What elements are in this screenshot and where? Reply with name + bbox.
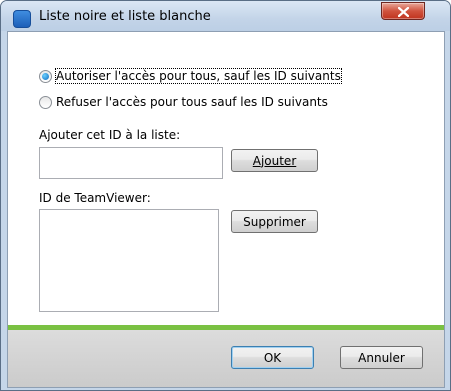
id-list[interactable] xyxy=(39,209,219,312)
cancel-button[interactable]: Annuler xyxy=(340,346,423,369)
id-input[interactable] xyxy=(39,147,223,179)
teamviewer-id-label: ID de TeamViewer: xyxy=(39,191,151,205)
allow-option[interactable]: Autoriser l'accès pour tous, sauf les ID… xyxy=(39,68,342,84)
ok-button[interactable]: OK xyxy=(231,346,314,369)
ok-button-label: OK xyxy=(263,350,282,365)
deny-label[interactable]: Refuser l'accès pour tous sauf les ID su… xyxy=(56,95,328,109)
remove-button[interactable]: Supprimer xyxy=(231,210,318,233)
add-id-label: Ajouter cet ID à la liste: xyxy=(39,128,181,142)
close-icon xyxy=(398,7,409,17)
remove-button-label: Supprimer xyxy=(243,214,306,229)
dialog-window: Liste noire et liste blanche Autoriser l… xyxy=(0,0,451,391)
teamviewer-app-icon xyxy=(13,10,31,28)
cancel-button-label: Annuler xyxy=(358,350,405,365)
dialog-body: Autoriser l'accès pour tous, sauf les ID… xyxy=(7,31,445,388)
title-bar[interactable]: Liste noire et liste blanche xyxy=(1,1,450,31)
allow-radio[interactable] xyxy=(39,69,52,83)
add-button-label: Ajouter xyxy=(252,153,297,168)
window-title: Liste noire et liste blanche xyxy=(39,9,211,24)
allow-label[interactable]: Autoriser l'accès pour tous, sauf les ID… xyxy=(55,68,342,84)
close-button[interactable] xyxy=(381,2,425,20)
button-bar: OK Annuler xyxy=(8,330,444,387)
deny-option[interactable]: Refuser l'accès pour tous sauf les ID su… xyxy=(39,95,328,109)
add-button[interactable]: Ajouter xyxy=(231,149,318,172)
deny-radio[interactable] xyxy=(39,95,52,109)
